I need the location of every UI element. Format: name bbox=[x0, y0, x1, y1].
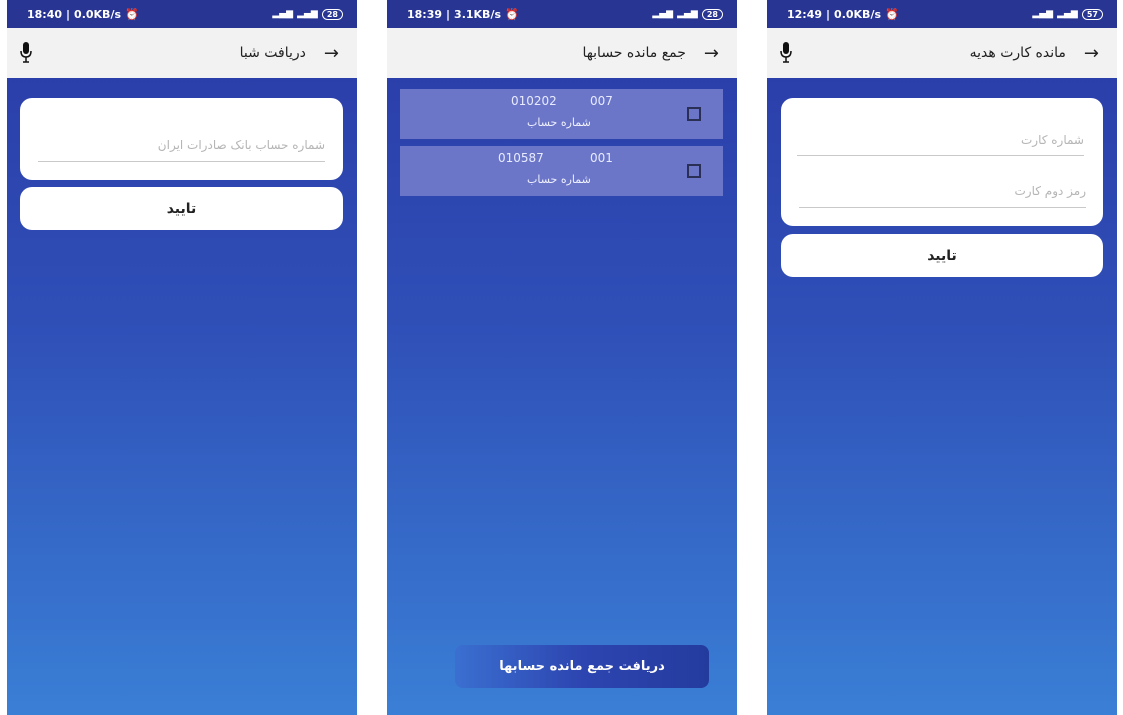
account-label: شماره حساب bbox=[527, 116, 591, 129]
arrow-right-icon[interactable]: → bbox=[704, 43, 719, 64]
screen-gift-card-balance: 12:49 | 0.0KB/s ⏰ ▂▄▆ ▂▄▆ 57 مانده کارت … bbox=[767, 0, 1117, 715]
alarm-icon: ⏰ bbox=[125, 7, 139, 21]
card-pin-input[interactable] bbox=[799, 180, 1086, 208]
status-bar: 18:39 | 3.1KB/s ⏰ ▂▄▆ ▂▄▆ 28 bbox=[387, 0, 737, 28]
app-bar: جمع مانده حسابها → bbox=[387, 28, 737, 78]
signal-icon: ▂▄▆ bbox=[1057, 9, 1078, 19]
account-row[interactable]: 010587 001 شماره حساب bbox=[400, 146, 723, 196]
card-number-input[interactable] bbox=[797, 130, 1084, 156]
arrow-right-icon[interactable]: → bbox=[324, 43, 339, 64]
checkbox-icon[interactable] bbox=[687, 164, 701, 178]
signal-icon: ▂▄▆ bbox=[652, 9, 674, 19]
status-speed: 0.0KB/s bbox=[74, 7, 122, 21]
microphone-icon[interactable] bbox=[19, 42, 33, 64]
input-card bbox=[20, 98, 343, 180]
account-number-part: 010202 bbox=[511, 94, 557, 108]
app-bar: دریافت شبا → bbox=[7, 28, 357, 78]
status-speed: 0.0KB/s bbox=[834, 7, 882, 21]
signal-icon: ▂▄▆ bbox=[272, 9, 294, 19]
account-number-part: 010587 bbox=[498, 151, 544, 165]
battery-icon: 28 bbox=[321, 8, 343, 20]
signal-icon: ▂▄▆ bbox=[1032, 9, 1054, 19]
status-time: 18:40 bbox=[27, 7, 63, 21]
signal-icon: ▂▄▆ bbox=[297, 9, 318, 19]
battery-icon: 28 bbox=[701, 8, 723, 20]
account-row[interactable]: 010202 007 شماره حساب bbox=[400, 89, 723, 139]
confirm-button[interactable]: تایید bbox=[781, 234, 1103, 277]
status-time: 18:39 bbox=[407, 7, 443, 21]
checkbox-icon[interactable] bbox=[687, 107, 701, 121]
alarm-icon: ⏰ bbox=[885, 7, 899, 21]
page-title: مانده کارت هدیه bbox=[969, 45, 1066, 61]
account-number-input[interactable] bbox=[38, 134, 325, 162]
page-title: دریافت شبا bbox=[239, 45, 306, 61]
status-bar: 12:49 | 0.0KB/s ⏰ ▂▄▆ ▂▄▆ 57 bbox=[767, 0, 1117, 28]
screen-sheba: 18:40 | 0.0KB/s ⏰ ▂▄▆ ▂▄▆ 28 دریافت شبا … bbox=[7, 0, 357, 715]
alarm-icon: ⏰ bbox=[505, 7, 519, 21]
confirm-button[interactable]: تایید bbox=[20, 187, 343, 230]
get-total-balance-button[interactable]: دریافت جمع مانده حسابها bbox=[455, 645, 709, 688]
arrow-right-icon[interactable]: → bbox=[1084, 43, 1099, 64]
signal-icon: ▂▄▆ bbox=[677, 9, 698, 19]
account-label: شماره حساب bbox=[527, 173, 591, 186]
page-title: جمع مانده حسابها bbox=[582, 45, 686, 61]
account-number-part: 007 bbox=[590, 94, 613, 108]
input-card bbox=[781, 98, 1103, 226]
battery-icon: 57 bbox=[1081, 8, 1103, 20]
status-speed: 3.1KB/s bbox=[454, 7, 502, 21]
status-bar: 18:40 | 0.0KB/s ⏰ ▂▄▆ ▂▄▆ 28 bbox=[7, 0, 357, 28]
account-number-part: 001 bbox=[590, 151, 613, 165]
status-time: 12:49 bbox=[787, 7, 823, 21]
screen-accounts-balance: 18:39 | 3.1KB/s ⏰ ▂▄▆ ▂▄▆ 28 جمع مانده ح… bbox=[387, 0, 737, 715]
app-bar: مانده کارت هدیه → bbox=[767, 28, 1117, 78]
microphone-icon[interactable] bbox=[779, 42, 793, 64]
